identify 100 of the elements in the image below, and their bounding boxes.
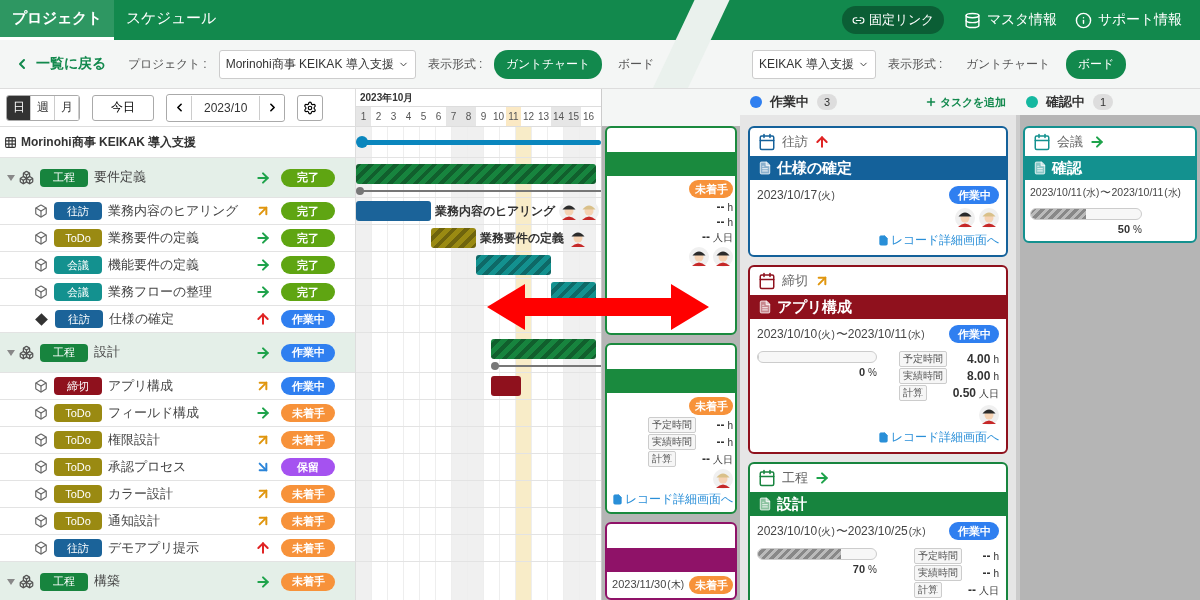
task-name[interactable]: アプリ構成 xyxy=(108,377,255,395)
metric-value: -- h xyxy=(716,435,733,449)
scale-tab[interactable]: 日 xyxy=(7,95,31,120)
metric-value: -- h xyxy=(716,215,733,229)
type-tag: 工程 xyxy=(40,168,88,187)
type-tag: 会議 xyxy=(54,256,102,274)
group-bar[interactable] xyxy=(491,339,596,359)
status-badge: 完了 xyxy=(281,256,335,274)
task-name[interactable]: 権限設計 xyxy=(108,431,255,449)
task-name[interactable]: 機能要件の定義 xyxy=(108,256,255,274)
type-tag: ToDo xyxy=(54,512,102,530)
month-label: 2023年10月 xyxy=(359,90,415,105)
task-name[interactable]: 業務内容のヒアリング xyxy=(108,202,255,220)
metric-label: 計算 xyxy=(648,451,676,467)
status-badge: 作業中 xyxy=(949,325,999,343)
nav-tab[interactable]: スケジュール xyxy=(114,0,228,40)
task-card[interactable]: 締切 アプリ構成 2023/10/10(火)〜2023/10/11(水) 作業中 0 % 予定時間 4.00 h 実績時間 8.00 h 計算 0.50 人日 レコード詳細画面へ xyxy=(748,265,1008,454)
task-name[interactable]: 要件定義 xyxy=(94,169,255,186)
avatar-icon xyxy=(713,247,733,267)
task-bar[interactable] xyxy=(431,228,476,248)
task-date: 2023/11/30(木) xyxy=(612,578,685,592)
status-badge: 未着手 xyxy=(689,397,733,415)
task-title: アプリ構成 xyxy=(777,297,852,317)
project-title: Morinohi商事 KEIKAK 導入支援 xyxy=(21,133,197,151)
task-bar[interactable] xyxy=(356,201,431,221)
boxes-icon xyxy=(19,345,34,360)
database-icon xyxy=(964,11,981,29)
view-tab[interactable]: ボード xyxy=(1066,49,1127,79)
today-button[interactable]: 今日 xyxy=(92,94,154,121)
boxes-icon xyxy=(19,170,34,185)
group-bar[interactable] xyxy=(356,164,596,184)
view-tab[interactable]: ガントチャート xyxy=(954,49,1063,79)
calendar-icon xyxy=(1033,133,1051,151)
count-badge: 1 xyxy=(1093,94,1114,110)
status-badge: 作業中 xyxy=(949,186,999,204)
type-tag: 会議 xyxy=(54,283,102,301)
metric-value: -- 人日 xyxy=(702,451,733,467)
column-title: 作業中 xyxy=(770,93,809,111)
task-card[interactable]: 会議 確認 2023/10/11(水)〜2023/10/11(水) 50 % xyxy=(1023,126,1197,243)
info-icon xyxy=(1075,11,1092,29)
view-tab[interactable]: ガントチャート xyxy=(494,49,603,79)
task-title: 仕様の確定 xyxy=(777,158,852,178)
project-select[interactable]: KEIKAK 導入支援 xyxy=(752,49,876,79)
task-type: 往訪 xyxy=(782,133,808,151)
task-dates: 2023/10/10(火)〜2023/10/11(水) xyxy=(757,325,926,343)
metric-value: -- h xyxy=(982,566,999,580)
task-name[interactable]: デモアプリ提示 xyxy=(108,539,255,557)
bar-label: 業務要件の定義 xyxy=(480,229,564,247)
document-icon xyxy=(878,432,889,443)
task-dates: 2023/10/17(火) xyxy=(757,187,836,203)
task-name[interactable]: 設計 xyxy=(94,344,255,361)
view-tab[interactable]: ボード xyxy=(606,49,667,79)
back-link[interactable]: 一覧に戻る xyxy=(14,55,106,73)
task-name[interactable]: フィールド構成 xyxy=(108,404,255,422)
menu-link[interactable]: マスタ情報 xyxy=(964,11,1057,29)
project-select[interactable]: Morinohi商事 KEIKAK 導入支援 xyxy=(218,49,416,79)
metric-value: 8.00 h xyxy=(967,369,999,383)
task-card[interactable]: 往訪 仕様の確定 2023/10/17(火) 作業中 レコード詳細画面へ xyxy=(748,126,1008,257)
field-label: 表示形式 : xyxy=(427,55,483,73)
task-name[interactable]: 業務フローの整理 xyxy=(108,283,255,301)
metric-label: 予定時間 xyxy=(914,548,962,564)
task-name[interactable]: カラー設計 xyxy=(108,485,255,503)
task-card[interactable]: 工程 設計 2023/10/10(火)〜2023/10/25(水) 作業中 70 % 予定時間 -- h 実績時間 -- h 計算 -- 人日 xyxy=(748,462,1008,600)
status-badge: 作業中 xyxy=(281,343,335,362)
field-label: 表示形式 : xyxy=(887,55,943,73)
task-card[interactable]: 2023/11/30(木) 未着手 xyxy=(605,522,737,600)
task-bar[interactable] xyxy=(476,255,551,275)
metric-label: 計算 xyxy=(914,582,942,598)
calendar-icon xyxy=(758,133,776,151)
task-bar[interactable] xyxy=(491,376,521,396)
task-name[interactable]: 業務要件の定義 xyxy=(108,229,255,247)
caret-icon[interactable] xyxy=(6,347,16,358)
menu-link[interactable]: サポート情報 xyxy=(1075,11,1182,29)
type-tag: 往訪 xyxy=(55,310,103,328)
fixed-link-button[interactable]: 固定リンク xyxy=(842,6,944,34)
record-link[interactable]: レコード詳細画面へ xyxy=(612,491,733,508)
caret-icon[interactable] xyxy=(6,576,16,587)
add-task-link[interactable]: タスクを追加 xyxy=(925,94,1006,110)
nav-tab[interactable]: プロジェクト xyxy=(0,0,114,40)
record-link[interactable]: レコード詳細画面へ xyxy=(878,232,999,249)
document-icon xyxy=(878,235,889,246)
day-label: 1 xyxy=(356,107,371,126)
plus-icon xyxy=(925,96,937,108)
task-name[interactable]: 通知設計 xyxy=(108,512,255,530)
avatar-icon xyxy=(689,247,709,267)
task-card[interactable]: 未着手 -- h -- h -- 人日 xyxy=(605,126,737,335)
boxes-icon xyxy=(19,574,34,589)
task-name[interactable]: 仕様の確定 xyxy=(109,310,255,328)
calendar-icon xyxy=(758,469,776,487)
record-link[interactable]: レコード詳細画面へ xyxy=(878,429,999,446)
task-name[interactable]: 構築 xyxy=(94,573,255,590)
settings-button[interactable] xyxy=(297,94,324,121)
metric-value: -- 人日 xyxy=(702,230,733,245)
task-name[interactable]: 承認プロセス xyxy=(108,458,255,476)
day-label: 7 xyxy=(446,107,461,126)
avatar-icon xyxy=(979,405,999,425)
task-card[interactable]: 未着手 予定時間 -- h 実績時間 -- h 計算 -- 人日 レコード詳細画面へ xyxy=(605,343,737,514)
caret-icon[interactable] xyxy=(6,172,16,183)
status-badge: 未着手 xyxy=(689,576,733,594)
status-badge: 作業中 xyxy=(281,377,335,395)
